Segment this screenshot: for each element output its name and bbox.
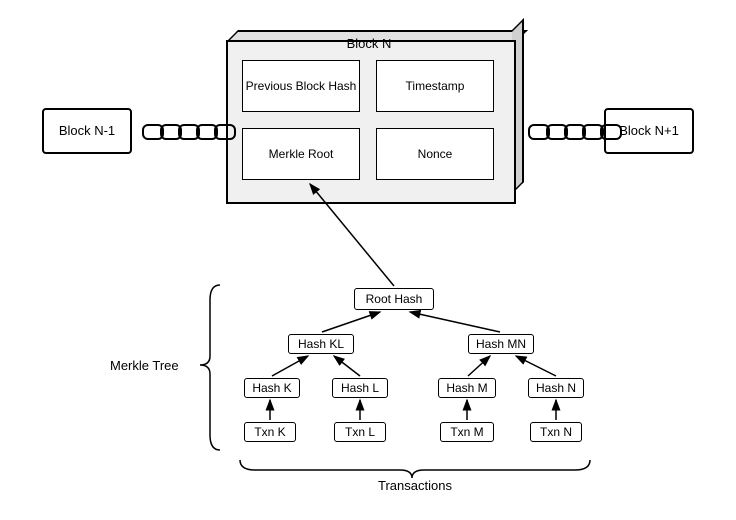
- txn-l-box: Txn L: [334, 422, 386, 442]
- nonce-box: Nonce: [376, 128, 494, 180]
- hash-m-box: Hash M: [438, 378, 496, 398]
- merkle-tree-label: Merkle Tree: [110, 358, 179, 373]
- chain-left: [142, 124, 236, 140]
- hash-mn-box: Hash MN: [468, 334, 534, 354]
- previous-block-hash-box: Previous Block Hash: [242, 60, 360, 112]
- txn-m-box: Txn M: [440, 422, 494, 442]
- chain-link-icon: [600, 124, 622, 140]
- root-hash-box: Root Hash: [354, 288, 434, 310]
- merkle-root-box: Merkle Root: [242, 128, 360, 180]
- hash-k-box: Hash K: [244, 378, 300, 398]
- transactions-label: Transactions: [378, 478, 452, 493]
- timestamp-box: Timestamp: [376, 60, 494, 112]
- txn-n-box: Txn N: [530, 422, 582, 442]
- hash-kl-box: Hash KL: [288, 334, 354, 354]
- txn-k-box: Txn K: [244, 422, 296, 442]
- block-n-title: Block N: [226, 36, 512, 51]
- block-prev: Block N-1: [42, 108, 132, 154]
- chain-right: [528, 124, 622, 140]
- chain-link-icon: [214, 124, 236, 140]
- hash-n-box: Hash N: [528, 378, 584, 398]
- hash-l-box: Hash L: [332, 378, 388, 398]
